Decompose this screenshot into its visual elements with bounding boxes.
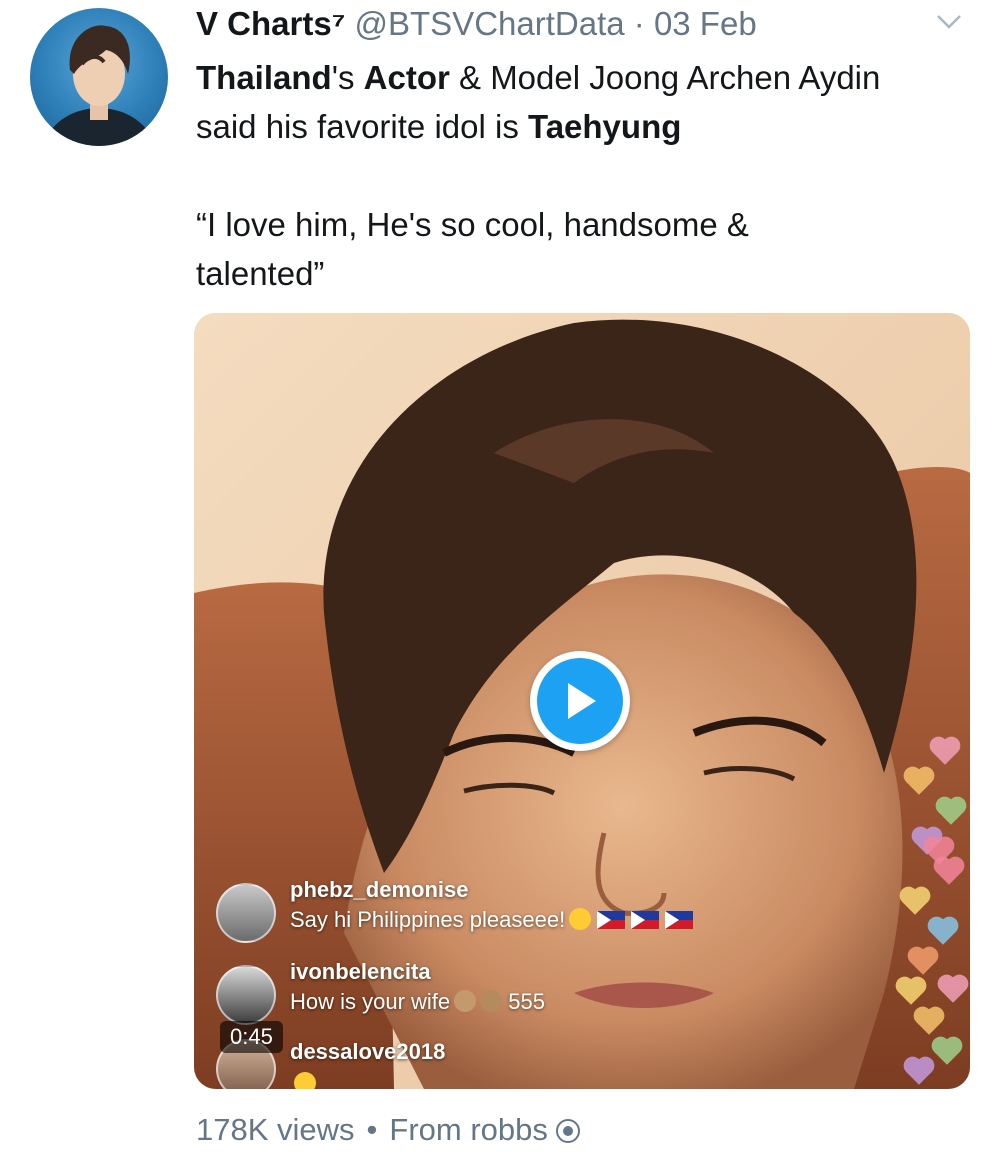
comment-text: Say hi Philippines pleaseee! <box>290 907 566 932</box>
play-icon <box>537 658 623 744</box>
heart-icon <box>902 889 928 915</box>
author-avatar-image <box>42 25 156 146</box>
heart-icon <box>906 769 932 795</box>
flag-philippines-icon <box>665 911 694 929</box>
tweet-header: V Charts⁷ @BTSVChartData · 03 Feb <box>196 2 970 46</box>
comment-avatar <box>216 965 276 1025</box>
flag-philippines-icon <box>597 911 626 929</box>
comment-username: dessalove2018 <box>290 1039 446 1064</box>
author-handle[interactable]: @BTSVChartData <box>355 5 625 42</box>
comment-username: phebz_demonise <box>290 877 469 902</box>
tweet-body: Thailand's Actor & Model Joong Archen Ay… <box>196 53 976 298</box>
view-count: 178K views <box>196 1112 355 1147</box>
comment-message <box>290 1071 316 1089</box>
text-span: 's <box>331 59 364 96</box>
video-player[interactable]: phebz_demonise Say hi Philippines please… <box>194 313 970 1089</box>
author-avatar[interactable] <box>30 8 168 146</box>
comment-text: How is your wife <box>290 989 451 1014</box>
header-separator: · <box>633 5 645 42</box>
bold-text: Actor <box>363 59 450 96</box>
see-no-evil-monkey-icon <box>454 990 477 1012</box>
comment-avatar <box>216 883 276 943</box>
video-source[interactable]: From robbs <box>389 1112 547 1147</box>
heart-icon <box>932 739 958 765</box>
chevron-down-icon[interactable] <box>934 10 964 34</box>
tweet-line: “I love him, He's so cool, handsome & <box>196 206 749 243</box>
smile-emoji-icon <box>569 908 592 930</box>
heart-icon <box>906 1059 932 1085</box>
video-views-line: 178K views • From robbs <box>196 1112 580 1148</box>
heart-icon <box>916 1009 942 1035</box>
author-name[interactable]: V Charts⁷ <box>196 5 345 42</box>
heart-eyes-emoji-icon <box>294 1072 316 1089</box>
video-duration: 0:45 <box>220 1021 283 1053</box>
comment-message: Say hi Philippines pleaseee! <box>290 907 694 933</box>
heart-icon <box>930 919 956 945</box>
heart-icon <box>938 799 964 825</box>
bold-text: Thailand <box>196 59 332 96</box>
tweet-line: said his favorite idol is Taehyung <box>196 102 976 151</box>
play-button[interactable] <box>530 651 630 751</box>
heart-icon <box>910 949 936 975</box>
live-hearts-overlay <box>890 723 970 1089</box>
heart-icon <box>934 1039 960 1065</box>
heart-icon <box>940 977 966 1003</box>
comment-message: How is your wife 555 <box>290 989 545 1015</box>
flag-philippines-icon <box>631 911 660 929</box>
tweet-line: talented” <box>196 255 325 292</box>
footer-separator: • <box>366 1112 378 1147</box>
heart-icon <box>898 979 924 1005</box>
bold-text: Taehyung <box>527 108 682 145</box>
tweet-date[interactable]: 03 Feb <box>654 5 757 42</box>
hear-no-evil-monkey-icon <box>480 990 503 1012</box>
text-span: & Model Joong Archen Aydin <box>449 59 881 96</box>
tweet-line: Thailand's Actor & Model Joong Archen Ay… <box>196 53 976 102</box>
comment-text: 555 <box>508 989 545 1014</box>
comment-username: ivonbelencita <box>290 959 431 984</box>
verified-source-icon <box>555 1119 580 1143</box>
text-span: said his favorite idol is <box>196 108 528 145</box>
